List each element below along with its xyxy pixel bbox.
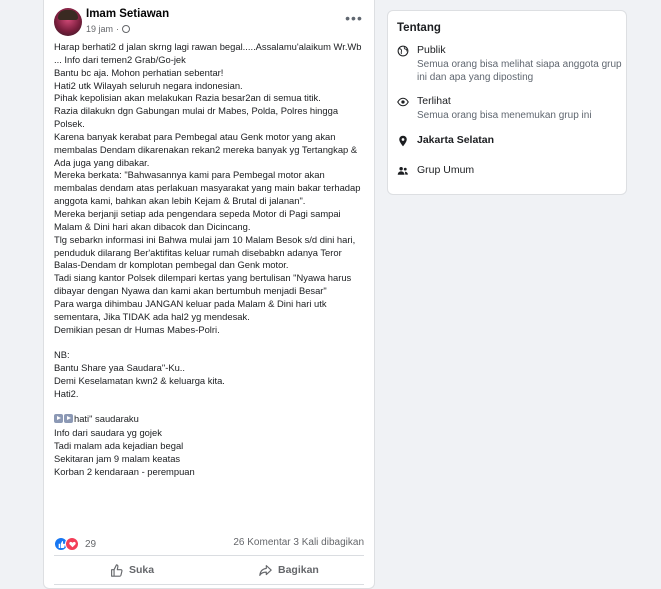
divider [54,584,364,585]
about-title: Tentang [397,22,441,34]
about-card: Tentang Publik Semua orang bisa melihat … [387,10,627,195]
author-name[interactable]: Imam Setiawan [86,8,169,20]
divider [54,555,364,556]
thumbs-up-icon [111,563,123,577]
love-reaction-icon [65,537,79,551]
about-category-title: Grup Umum [417,164,475,176]
share-arrow-icon [259,564,272,576]
post-text: Harap berhati2 d jalan skrng lagi rawan … [54,41,370,479]
post-text-main: Harap berhati2 d jalan skrng lagi rawan … [54,41,362,399]
reaction-count: 29 [85,538,97,550]
about-visibility-title: Terlihat [417,95,451,107]
play-emoji-icon [64,414,73,424]
comments-shares-count[interactable]: 26 Komentar 3 Kali dibagikan [233,537,364,548]
more-options-button[interactable]: ••• [342,8,366,28]
play-emoji-icons [54,414,74,427]
reactions-summary[interactable]: 29 [54,537,96,551]
about-visibility-desc: Semua orang bisa menemukan grup ini [417,110,592,121]
location-pin-icon [399,135,407,147]
about-privacy-desc: Semua orang bisa melihat siapa anggota g… [417,59,622,83]
people-icon [397,167,408,175]
about-privacy-title: Publik [417,44,446,56]
globe-icon [397,45,409,57]
public-globe-icon [122,25,131,33]
post-text-tail: hati" saudaraku Info dari saudara yg goj… [54,413,195,477]
like-label: Suka [129,564,155,576]
post-time[interactable]: 19 jam [86,24,113,34]
author-avatar[interactable] [54,8,82,36]
eye-icon [397,97,409,107]
share-button[interactable]: Bagikan [259,558,319,582]
post-meta: 19 jam · [86,24,131,34]
about-location-title[interactable]: Jakarta Selatan [417,134,622,146]
share-label: Bagikan [278,564,319,576]
like-button[interactable]: Suka [110,558,154,582]
post-card: Imam Setiawan 19 jam · ••• Harap berhati… [43,0,375,589]
meta-separator: · [116,24,120,34]
play-emoji-icon [54,414,63,424]
